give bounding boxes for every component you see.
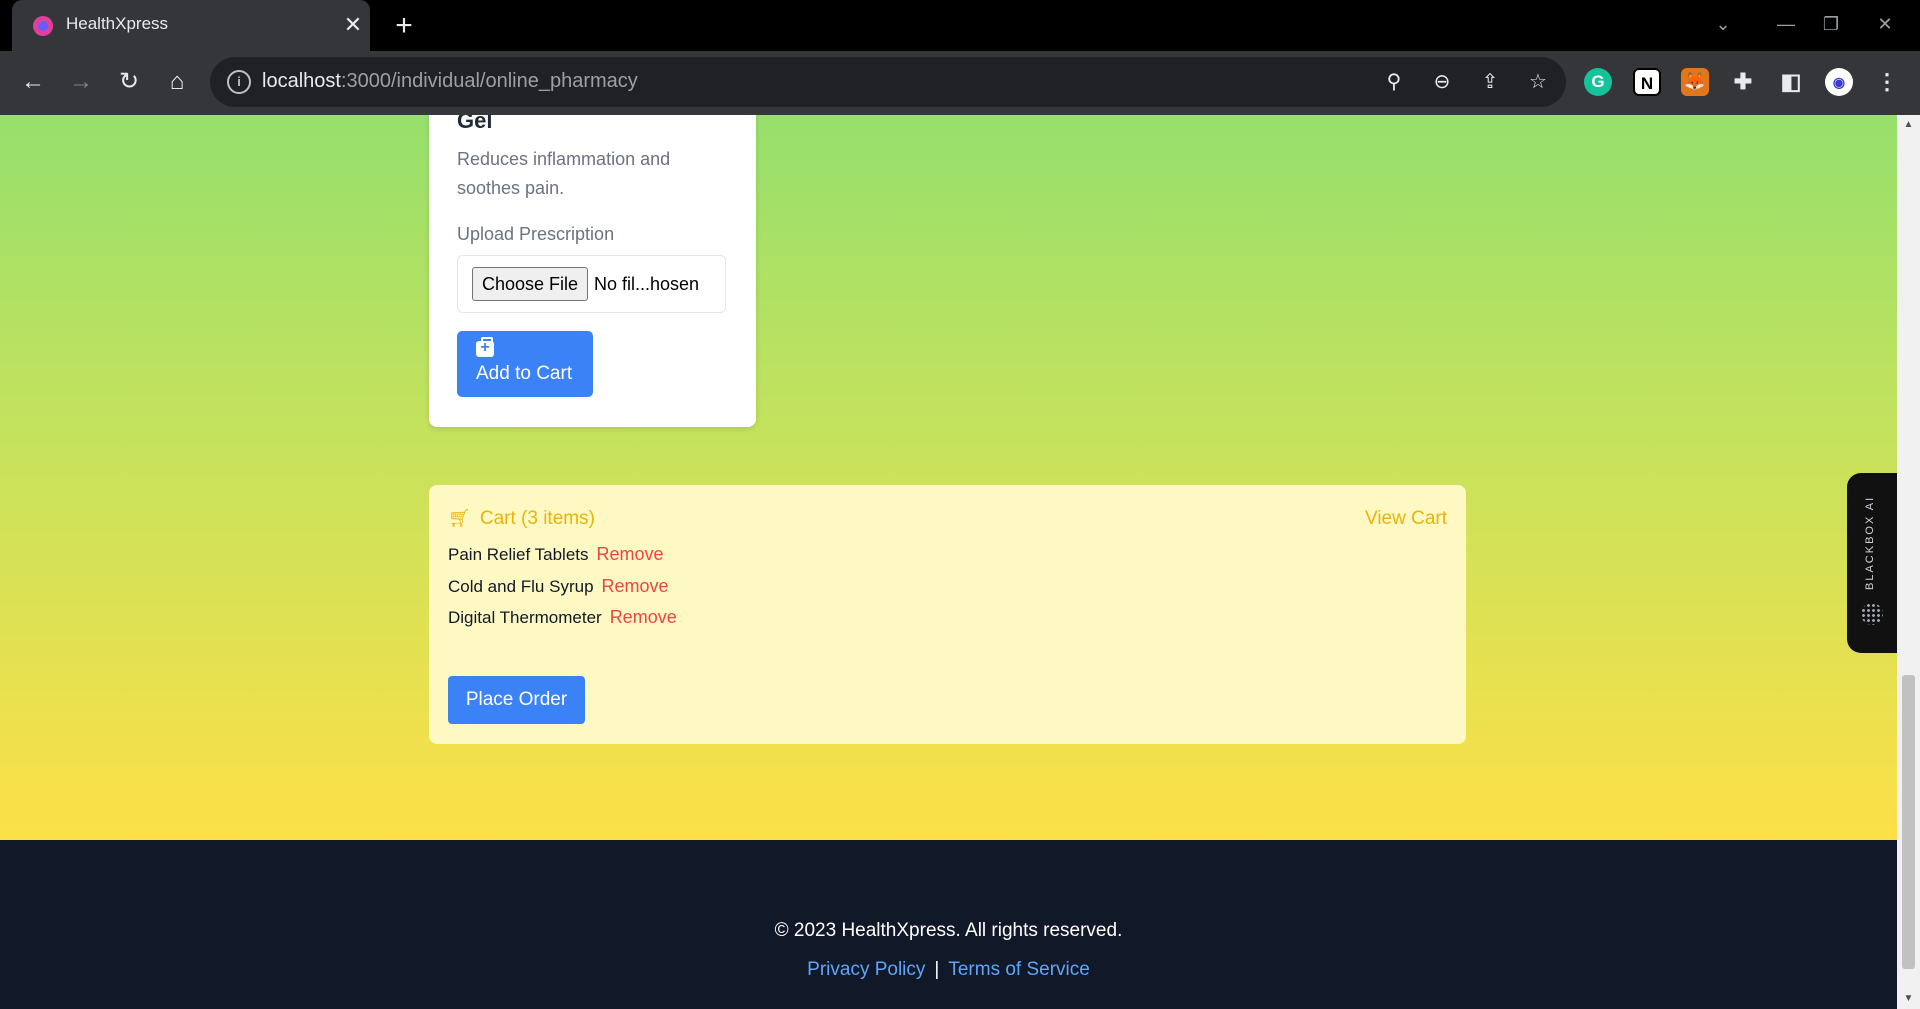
- cart-item-name: Digital Thermometer: [448, 608, 602, 627]
- scroll-thumb[interactable]: [1902, 675, 1915, 969]
- tab-search-icon[interactable]: ⌄: [1700, 6, 1746, 42]
- cart-title: Cart (3 items): [479, 508, 595, 529]
- notion-extension-icon[interactable]: N: [1633, 68, 1661, 96]
- terms-of-service-link[interactable]: Terms of Service: [948, 959, 1089, 980]
- place-order-button[interactable]: Place Order: [448, 676, 585, 724]
- cart-item: Cold and Flu Syrup Remove: [448, 576, 669, 600]
- browser-menu-icon[interactable]: ⋮: [1873, 68, 1901, 96]
- close-tab-icon[interactable]: ✕: [337, 9, 369, 41]
- blackbox-ai-label: BLACKBOX AI: [1864, 495, 1876, 590]
- minimize-icon[interactable]: —: [1763, 6, 1809, 42]
- window-close-icon[interactable]: ✕: [1862, 6, 1908, 42]
- browser-tab[interactable]: HealthXpress ✕: [12, 0, 370, 51]
- favicon-icon: [33, 16, 53, 36]
- scroll-up-arrow-icon[interactable]: ▲: [1897, 115, 1920, 135]
- remove-item-link[interactable]: Remove: [602, 576, 669, 596]
- browser-tab-bar: HealthXpress ✕ + ⌄ — ❐ ✕: [0, 0, 1920, 51]
- metamask-extension-icon[interactable]: 🦊: [1681, 68, 1709, 96]
- new-tab-button[interactable]: +: [386, 9, 422, 45]
- remove-item-link[interactable]: Remove: [597, 544, 664, 564]
- footer-links: Privacy Policy | Terms of Service: [0, 959, 1897, 981]
- page-footer: © 2023 HealthXpress. All rights reserved…: [0, 840, 1897, 1009]
- blackbox-logo-icon: [1861, 603, 1883, 625]
- bookmark-star-icon[interactable]: ☆: [1522, 66, 1554, 98]
- footer-copyright: © 2023 HealthXpress. All rights reserved…: [774, 920, 1123, 941]
- profile-avatar-icon[interactable]: ◉: [1825, 68, 1853, 96]
- prescription-file-input[interactable]: Choose File No fil...hosen: [457, 255, 726, 313]
- grammarly-extension-icon[interactable]: G: [1584, 68, 1612, 96]
- url-host: localhost: [262, 70, 341, 92]
- zoom-icon[interactable]: ⊖: [1426, 66, 1458, 98]
- cart-header: 🛒︎ Cart (3 items): [448, 508, 595, 530]
- back-icon[interactable]: ←: [15, 64, 51, 100]
- location-icon[interactable]: ⚲: [1378, 66, 1410, 98]
- page-scrollbar[interactable]: ▲ ▼: [1897, 115, 1920, 1009]
- forward-icon[interactable]: →: [63, 64, 99, 100]
- cart-item-name: Cold and Flu Syrup: [448, 577, 594, 596]
- cart-item-name: Pain Relief Tablets: [448, 545, 589, 564]
- footer-separator: |: [934, 959, 940, 980]
- cart-panel: 🛒︎ Cart (3 items) View Cart Pain Relief T…: [429, 485, 1466, 744]
- cart-item: Digital Thermometer Remove: [448, 607, 677, 631]
- site-info-icon[interactable]: i: [227, 70, 251, 94]
- product-card: Gel Reduces inflammation and soothes pai…: [429, 115, 756, 427]
- privacy-policy-link[interactable]: Privacy Policy: [807, 959, 925, 980]
- upload-prescription-label: Upload Prescription: [457, 224, 615, 244]
- product-description: Reduces inflammation and soothes pain.: [457, 149, 671, 198]
- add-to-cart-label: Add to Cart: [476, 363, 573, 384]
- extensions-puzzle-icon[interactable]: ✚: [1729, 68, 1757, 96]
- file-status-text: No fil...hosen: [594, 274, 700, 294]
- cart-item: Pain Relief Tablets Remove: [448, 544, 664, 568]
- remove-item-link[interactable]: Remove: [610, 607, 677, 627]
- home-icon[interactable]: ⌂: [159, 64, 195, 100]
- url-text[interactable]: localhost:3000/individual/online_pharmac…: [262, 70, 638, 93]
- side-panel-icon[interactable]: ◧: [1777, 68, 1805, 96]
- cart-icon: 🛒︎: [448, 508, 471, 528]
- scroll-down-arrow-icon[interactable]: ▼: [1897, 989, 1920, 1009]
- view-cart-link[interactable]: View Cart: [1365, 508, 1447, 530]
- reload-icon[interactable]: ↻: [111, 64, 147, 100]
- restore-icon[interactable]: ❐: [1808, 6, 1854, 42]
- product-name: Gel: [457, 115, 493, 133]
- address-bar[interactable]: i localhost:3000/individual/online_pharm…: [210, 57, 1566, 107]
- medical-bag-icon: [476, 337, 494, 357]
- page-viewport: Gel Reduces inflammation and soothes pai…: [0, 115, 1897, 1009]
- blackbox-ai-widget[interactable]: BLACKBOX AI: [1847, 473, 1897, 653]
- add-to-cart-button[interactable]: Add to Cart: [457, 331, 593, 397]
- share-icon[interactable]: ⇪: [1474, 66, 1506, 98]
- choose-file-button[interactable]: Choose File: [472, 267, 588, 301]
- url-path: :3000/individual/online_pharmacy: [340, 70, 638, 92]
- tab-title: HealthXpress: [66, 14, 169, 33]
